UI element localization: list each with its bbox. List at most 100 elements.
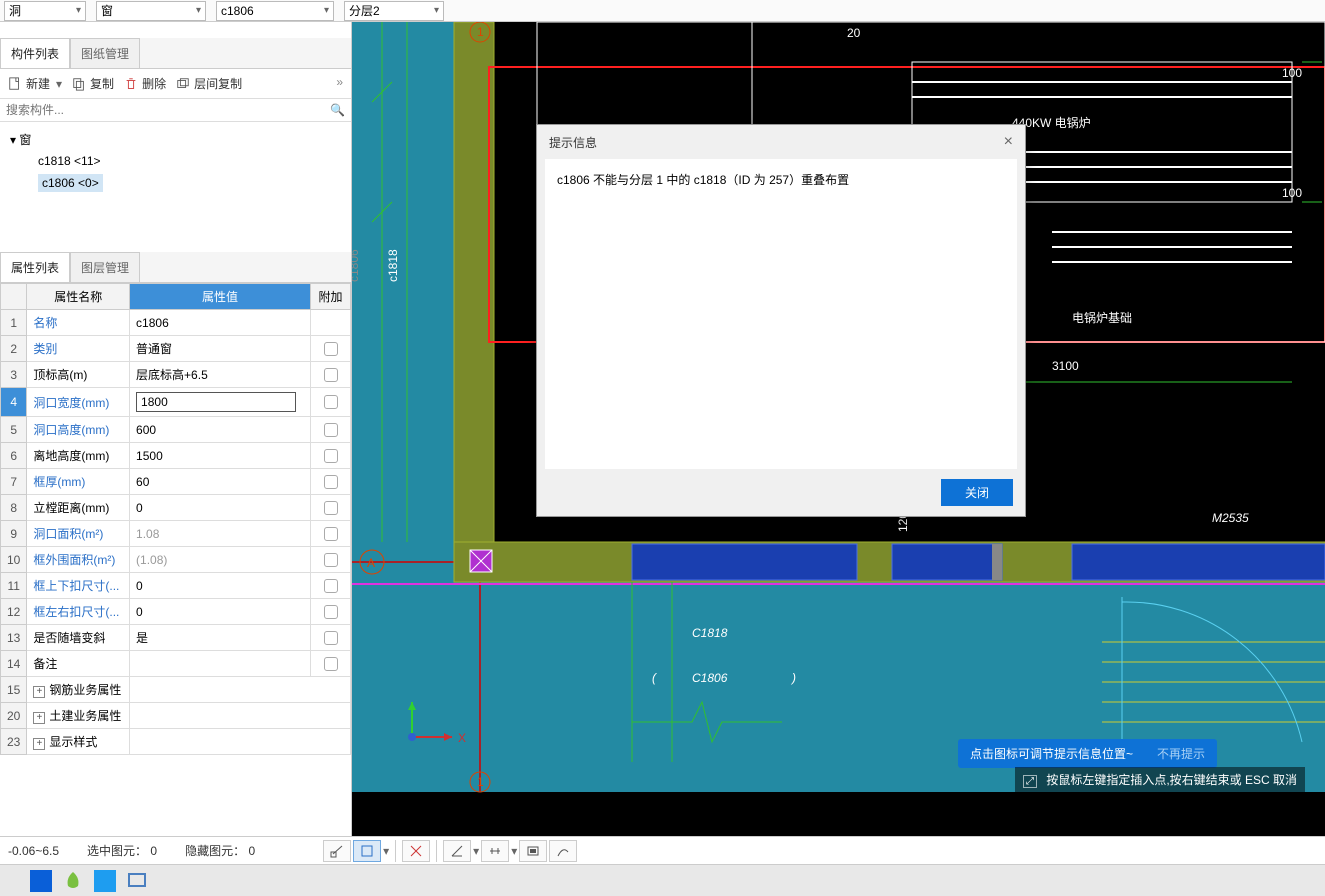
svg-text:3100: 3100 [1052, 359, 1079, 373]
svg-text:100: 100 [1282, 66, 1302, 80]
layer-copy-icon [176, 77, 190, 91]
prop-row[interactable]: 5洞口高度(mm)600 [1, 417, 351, 443]
prop-row[interactable]: 1名称c1806 [1, 310, 351, 336]
dialog-close-icon[interactable]: × [1004, 133, 1013, 151]
checkbox[interactable] [324, 475, 338, 489]
combo-category[interactable]: 洞 [4, 1, 86, 21]
command-prompt: ⤢ 按鼠标左键指定插入点,按右键结束或 ESC 取消 [1015, 767, 1305, 792]
prop-row[interactable]: 3顶标高(m)层底标高+6.5 [1, 362, 351, 388]
svg-text:电锅炉基础: 电锅炉基础 [1072, 310, 1132, 325]
new-button[interactable]: 新建▾ [8, 75, 62, 92]
snap-layer-button[interactable] [519, 840, 547, 862]
checkbox[interactable] [324, 579, 338, 593]
prop-row[interactable]: 9洞口面积(m²)1.08 [1, 521, 351, 547]
prop-row[interactable]: 13是否随墙变斜是 [1, 625, 351, 651]
bottom-toolbar: ▾ ▾ ▾ [323, 840, 577, 862]
tab-attrs-list[interactable]: 属性列表 [0, 252, 70, 282]
svg-text:c1806: c1806 [352, 249, 361, 282]
prop-row[interactable]: 6离地高度(mm)1500 [1, 443, 351, 469]
svg-text:20: 20 [847, 26, 861, 40]
search-icon[interactable]: 🔍 [330, 103, 345, 117]
hint-popup: 点击图标可调节提示信息位置~ 不再提示 [958, 739, 1217, 768]
top-selector-bar: 洞 窗 c1806 分层2 [0, 0, 1325, 22]
info-dialog: 提示信息 × c1806 不能与分层 1 中的 c1818（ID 为 257）重… [536, 124, 1026, 517]
tree-item-c1806[interactable]: c1806 <0> [10, 171, 341, 195]
prop-row[interactable]: 4洞口宽度(mm) [1, 388, 351, 417]
snap-ortho-button[interactable] [353, 840, 381, 862]
selected-count: 选中图元： 0 [87, 842, 157, 859]
checkbox[interactable] [324, 368, 338, 382]
checkbox[interactable] [324, 449, 338, 463]
copy-button[interactable]: 复制 [72, 75, 114, 92]
svg-text:C1806: C1806 [692, 671, 728, 685]
taskbar-app-3[interactable] [94, 870, 116, 892]
status-bar: -0.06~6.5 选中图元： 0 隐藏图元： 0 ▾ ▾ ▾ [0, 836, 1325, 864]
prop-row[interactable]: 23+显示样式 [1, 729, 351, 755]
prop-row[interactable]: 7框厚(mm)60 [1, 469, 351, 495]
checkbox[interactable] [324, 553, 338, 567]
snap-cross-button[interactable] [402, 840, 430, 862]
new-icon [8, 77, 22, 91]
checkbox[interactable] [324, 501, 338, 515]
arrow-icon[interactable]: ⤢ [1023, 775, 1037, 788]
prop-row[interactable]: 11框上下扣尺寸(...0 [1, 573, 351, 599]
hint-text: 点击图标可调节提示信息位置~ [970, 745, 1133, 762]
snap-dim-button[interactable] [481, 840, 509, 862]
component-tree: ▾ 窗 c1818 <11> c1806 <0> [0, 122, 351, 252]
combo-type[interactable]: 窗 [96, 1, 206, 21]
left-panel: 构件列表 图纸管理 新建▾ 复制 删除 层间复制 » 🔍 [0, 22, 352, 836]
col-extra: 附加 [311, 284, 351, 310]
delete-button[interactable]: 删除 [124, 75, 166, 92]
copy-icon [72, 77, 86, 91]
taskbar-app-4[interactable] [126, 870, 148, 892]
property-table: 属性名称 属性值 附加 1名称c18062类别普通窗3顶标高(m)层底标高+6.… [0, 283, 351, 755]
taskbar-app-1[interactable] [30, 870, 52, 892]
prop-row[interactable]: 20+土建业务属性 [1, 703, 351, 729]
tab-drawing-mgmt[interactable]: 图纸管理 [70, 38, 140, 68]
prop-row[interactable]: 2类别普通窗 [1, 336, 351, 362]
trash-icon [124, 77, 138, 91]
prop-value-input[interactable] [136, 392, 296, 412]
checkbox[interactable] [324, 527, 338, 541]
taskbar [0, 864, 1325, 896]
hidden-count: 隐藏图元： 0 [185, 842, 255, 859]
layer-copy-button[interactable]: 层间复制 [176, 75, 242, 92]
hint-dismiss[interactable]: 不再提示 [1157, 745, 1205, 762]
checkbox[interactable] [324, 631, 338, 645]
col-value[interactable]: 属性值 [130, 284, 311, 310]
snap-curve-button[interactable] [549, 840, 577, 862]
tab-component-list[interactable]: 构件列表 [0, 38, 70, 68]
prop-row[interactable]: 15+钢筋业务属性 [1, 677, 351, 703]
checkbox[interactable] [324, 342, 338, 356]
prop-row[interactable]: 10框外围面积(m²)(1.08) [1, 547, 351, 573]
checkbox[interactable] [324, 605, 338, 619]
svg-text:A: A [367, 556, 375, 570]
taskbar-app-2[interactable] [62, 870, 84, 892]
coord-range: -0.06~6.5 [8, 844, 59, 858]
search-box: 🔍 [0, 99, 351, 122]
dialog-body: c1806 不能与分层 1 中的 c1818（ID 为 257）重叠布置 [545, 159, 1017, 469]
dialog-close-button[interactable]: 关闭 [941, 479, 1013, 506]
checkbox[interactable] [324, 657, 338, 671]
combo-layer[interactable]: 分层2 [344, 1, 444, 21]
component-toolbar: 新建▾ 复制 删除 层间复制 » [0, 69, 351, 99]
tab-layer-mgmt[interactable]: 图层管理 [70, 252, 140, 282]
snap-endpoint-button[interactable] [323, 840, 351, 862]
snap-angle-button[interactable] [443, 840, 471, 862]
col-name: 属性名称 [27, 284, 130, 310]
svg-text:X: X [458, 731, 466, 745]
prop-row[interactable]: 12框左右扣尺寸(...0 [1, 599, 351, 625]
svg-text:C1818: C1818 [692, 626, 728, 640]
combo-component[interactable]: c1806 [216, 1, 334, 21]
tree-root[interactable]: ▾ 窗 [10, 128, 341, 151]
dialog-title: 提示信息 [549, 134, 597, 151]
checkbox[interactable] [324, 395, 338, 409]
svg-text:100: 100 [1282, 186, 1302, 200]
svg-text:c1818: c1818 [386, 249, 400, 282]
checkbox[interactable] [324, 423, 338, 437]
tree-item-c1818[interactable]: c1818 <11> [10, 151, 341, 171]
search-input[interactable] [6, 103, 330, 117]
svg-text:1: 1 [477, 775, 484, 789]
prop-row[interactable]: 14备注 [1, 651, 351, 677]
prop-row[interactable]: 8立樘距离(mm)0 [1, 495, 351, 521]
